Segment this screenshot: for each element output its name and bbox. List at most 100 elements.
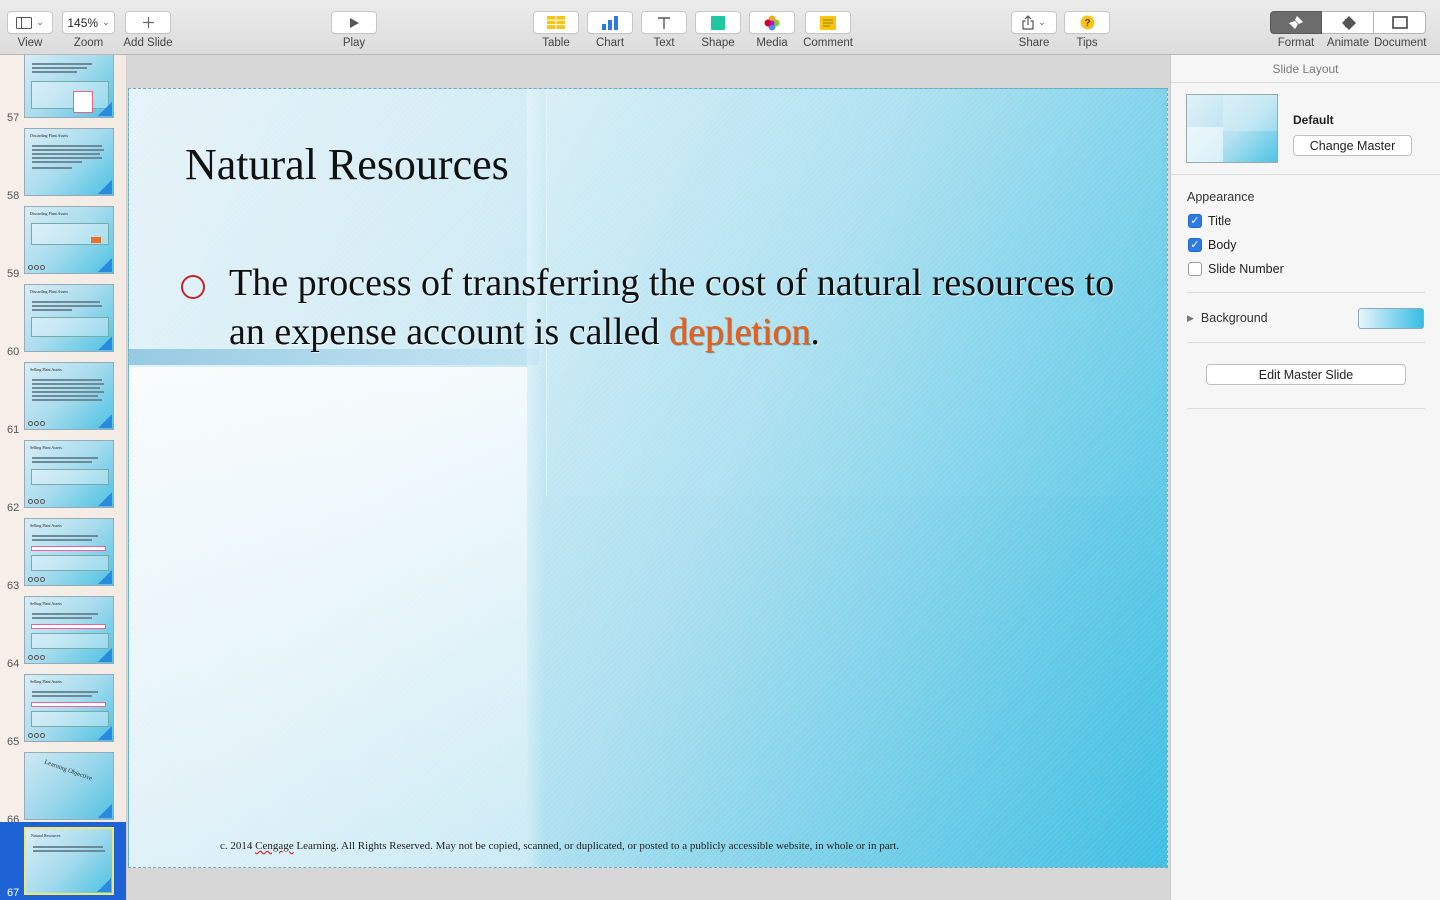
background-label: Background [1200, 311, 1268, 325]
slide-preview: Selling Plant Assets [24, 518, 114, 586]
appearance-heading: Appearance [1187, 190, 1255, 204]
shape-button[interactable] [695, 11, 741, 34]
background-disclosure[interactable]: ▶ Background [1187, 311, 1268, 325]
comment-control[interactable]: Comment [803, 0, 853, 49]
chevron-down-icon: ⌄ [1038, 17, 1046, 27]
disclosure-triangle-icon: ▶ [1187, 312, 1194, 323]
play-button[interactable] [331, 11, 377, 34]
zoom-select[interactable]: 145% ⌄ [62, 11, 115, 34]
slide-preview-title: Discarding Plant Assets [30, 289, 68, 294]
slide-thumbnail-61[interactable]: Selling Plant Assets 61 [0, 359, 126, 437]
add-slide-control[interactable]: Add Slide [122, 0, 174, 49]
slide-preview: Selling Plant Assets [24, 362, 114, 430]
chart-control[interactable]: Chart [587, 0, 633, 49]
media-control[interactable]: Media [749, 0, 795, 49]
chart-button[interactable] [587, 11, 633, 34]
footer-misspelled-word: Cengage [255, 840, 294, 852]
document-tab[interactable] [1374, 11, 1426, 34]
slide-number: 57 [7, 112, 20, 124]
slide-thumbnail-60[interactable]: Discarding Plant Assets 60 [0, 281, 126, 359]
shape-icon [711, 15, 725, 30]
slide-number-checkbox[interactable] [1188, 262, 1202, 276]
slide-thumbnail-67[interactable]: Natural Resources 67 [0, 822, 126, 900]
document-label: Document [1374, 37, 1427, 49]
zoom-label: Zoom [73, 37, 104, 49]
slide-thumbnail-64[interactable]: Selling Plant Assets 64 [0, 593, 126, 671]
slide-number: 64 [7, 658, 20, 670]
tips-button[interactable]: ? [1064, 11, 1110, 34]
title-checkbox-row[interactable]: ✓ Title [1188, 214, 1231, 228]
add-slide-button[interactable] [125, 11, 171, 34]
play-label: Play [342, 37, 366, 49]
slide-67[interactable]: Natural Resources The process of transfe… [128, 88, 1168, 868]
format-tab[interactable] [1270, 11, 1322, 34]
slide-preview: Discarding Plant Assets [24, 284, 114, 352]
slide-thumbnail-59[interactable]: Discarding Plant Assets 59 [0, 203, 126, 281]
view-button[interactable]: ⌄ [7, 11, 53, 34]
background-fill-swatch[interactable] [1358, 308, 1424, 329]
body-period: . [810, 311, 820, 353]
play-icon [350, 17, 359, 28]
shape-control[interactable]: Shape [695, 0, 741, 49]
question-icon: ? [1080, 15, 1094, 30]
slide-footer[interactable]: c. 2014 Cengage Learning. All Rights Res… [220, 840, 899, 852]
text-label: Text [653, 37, 675, 49]
tips-control[interactable]: ? Tips [1064, 0, 1110, 49]
slide-number: 60 [7, 346, 20, 358]
share-icon [1022, 15, 1034, 30]
zoom-control[interactable]: 145% ⌄ Zoom [62, 0, 115, 49]
share-button[interactable]: ⌄ [1011, 11, 1057, 34]
play-control[interactable]: Play [331, 0, 377, 49]
chevron-down-icon: ⌄ [102, 17, 110, 27]
share-control[interactable]: ⌄ Share [1011, 0, 1057, 49]
slide-body-text[interactable]: The process of transferring the cost of … [229, 259, 1129, 357]
slide-preview: Discarding Plant Assets [24, 206, 114, 274]
slide-preview: Selling Plant Assets [24, 674, 114, 742]
sidebar-icon [16, 16, 33, 29]
slide-number: 65 [7, 736, 20, 748]
animate-tab[interactable] [1322, 11, 1374, 34]
slide-thumbnail-63[interactable]: Selling Plant Assets 63 [0, 515, 126, 593]
share-label: Share [1018, 37, 1050, 49]
chart-icon [602, 15, 618, 30]
slide-navigator[interactable]: 57 Discarding Plant Assets 58 Discarding… [0, 55, 127, 900]
title-checkbox[interactable]: ✓ [1188, 214, 1202, 228]
media-label: Media [756, 37, 788, 49]
slide-number: 59 [7, 268, 20, 280]
view-control[interactable]: ⌄ View [7, 0, 53, 49]
table-button[interactable] [533, 11, 579, 34]
slide-canvas[interactable]: Natural Resources The process of transfe… [127, 55, 1170, 900]
slide-preview-title: Selling Plant Assets [30, 367, 62, 372]
slide-thumbnail-62[interactable]: Selling Plant Assets 62 [0, 437, 126, 515]
decorative-strip [527, 89, 545, 867]
media-icon [764, 15, 780, 30]
slide-preview-title: Selling Plant Assets [30, 445, 62, 450]
master-thumbnail[interactable] [1186, 94, 1278, 163]
inspector-title: Slide Layout [1171, 55, 1440, 83]
media-button[interactable] [749, 11, 795, 34]
slide-preview: Natural Resources [24, 827, 114, 895]
slide-thumbnail-57[interactable]: 57 [0, 55, 126, 125]
table-control[interactable]: Table [533, 0, 579, 49]
add-slide-label: Add Slide [123, 37, 173, 49]
slide-preview: Discarding Plant Assets [24, 128, 114, 196]
edit-master-slide-button[interactable]: Edit Master Slide [1206, 364, 1406, 385]
table-icon [547, 16, 565, 29]
title-checkbox-label: Title [1208, 214, 1232, 228]
body-checkbox[interactable]: ✓ [1188, 238, 1202, 252]
master-section: Default Change Master [1171, 83, 1440, 175]
text-control[interactable]: Text [641, 0, 687, 49]
slide-number-checkbox-row[interactable]: Slide Number [1188, 262, 1284, 276]
zoom-value: 145% [67, 15, 99, 30]
slide-thumbnail-65[interactable]: Selling Plant Assets 65 [0, 671, 126, 749]
slide-title[interactable]: Natural Resources [185, 139, 509, 190]
body-checkbox-row[interactable]: ✓ Body [1188, 238, 1237, 252]
slide-number: 63 [7, 580, 20, 592]
plus-icon [142, 17, 154, 28]
comment-button[interactable] [805, 11, 851, 34]
slide-thumbnail-66[interactable]: Learning Objective 66 [0, 749, 126, 827]
change-master-button[interactable]: Change Master [1293, 135, 1412, 156]
slide-thumbnail-58[interactable]: Discarding Plant Assets 58 [0, 125, 126, 203]
chart-label: Chart [595, 37, 625, 49]
text-button[interactable] [641, 11, 687, 34]
